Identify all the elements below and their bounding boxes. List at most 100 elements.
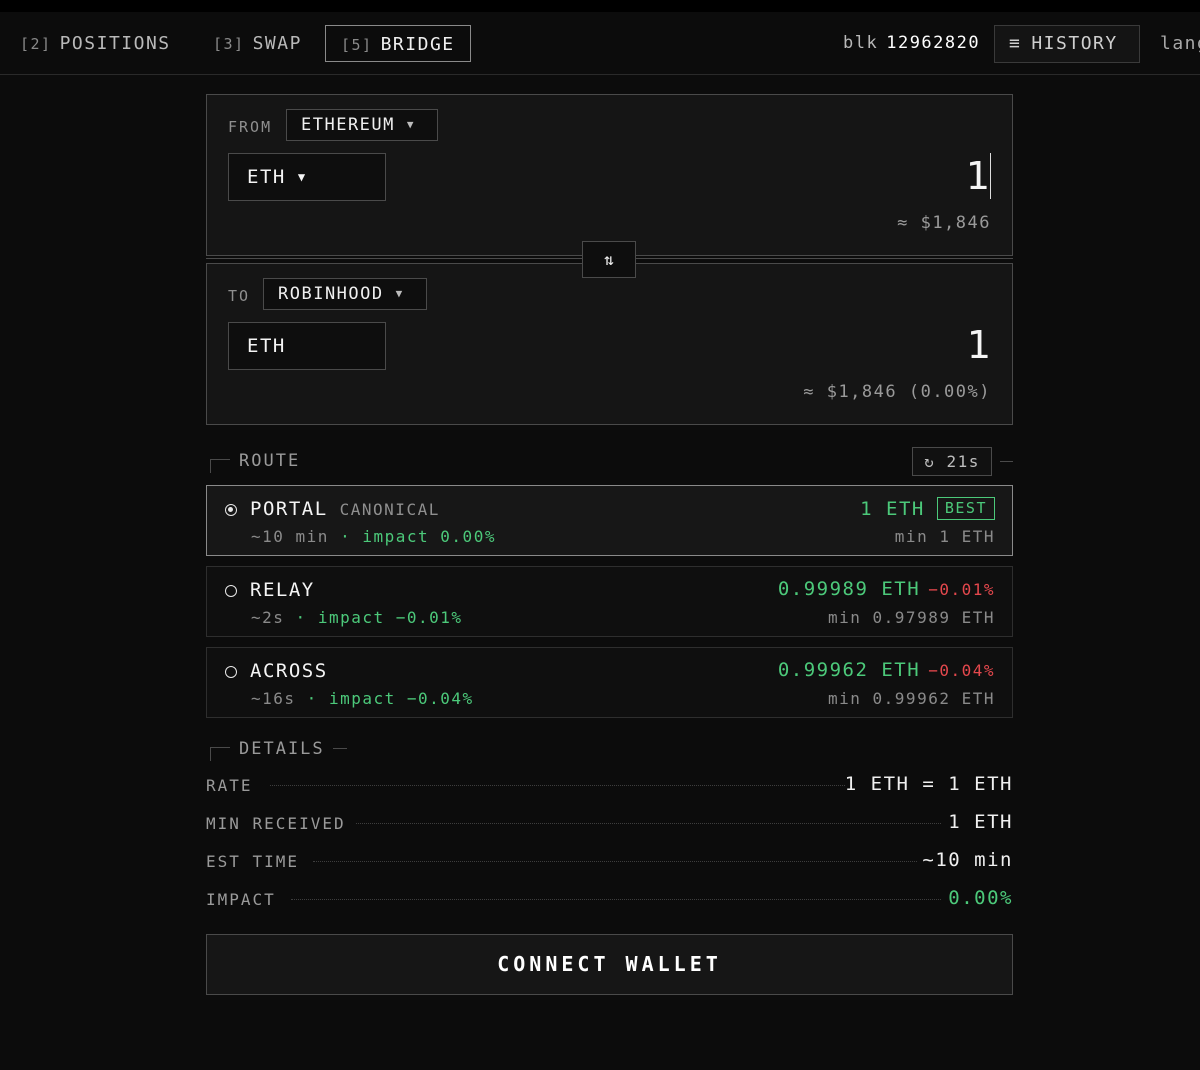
route-name-wrapper: PORTAL CANONICAL bbox=[250, 498, 440, 520]
route-min-received: min 0.99962 ETH bbox=[828, 689, 995, 708]
top-edge-bar bbox=[0, 0, 1200, 12]
route-meta: ~10 min · impact 0.00% bbox=[251, 527, 496, 546]
route-name: RELAY bbox=[250, 579, 315, 601]
connect-wallet-button[interactable]: CONNECT WALLET bbox=[206, 934, 1013, 995]
route-impact: impact −0.01% bbox=[317, 608, 463, 627]
corner-bracket bbox=[210, 747, 230, 761]
from-chain-value: ETHEREUM bbox=[301, 115, 395, 135]
detail-row-est-time: EST TIME ~10 min bbox=[206, 849, 1013, 873]
tab-label: SWAP bbox=[252, 33, 302, 54]
route-amount: 0.99989 ETH bbox=[777, 578, 921, 600]
block-number-indicator: blk 12962820 bbox=[843, 25, 980, 62]
route-name: PORTAL bbox=[250, 498, 328, 520]
to-chain-value: ROBINHOOD bbox=[278, 284, 384, 304]
route-meta: ~2s · impact −0.01% bbox=[251, 608, 463, 627]
divider bbox=[636, 258, 1013, 259]
history-button[interactable]: ≡ HISTORY bbox=[994, 25, 1140, 63]
to-token-value: ETH bbox=[247, 335, 286, 357]
detail-row-rate: RATE 1 ETH = 1 ETH bbox=[206, 773, 1013, 797]
route-impact: impact −0.04% bbox=[328, 689, 474, 708]
tab-label: BRIDGE bbox=[380, 34, 455, 55]
route-tag: CANONICAL bbox=[339, 500, 440, 519]
dotted-leader bbox=[313, 861, 917, 862]
dotted-leader bbox=[356, 823, 941, 824]
detail-value: 1 ETH bbox=[948, 811, 1013, 833]
divider bbox=[332, 748, 347, 749]
detail-value: ~10 min bbox=[922, 849, 1013, 871]
route-option-portal[interactable]: PORTAL CANONICAL ~10 min · impact 0.00% 1… bbox=[206, 485, 1013, 556]
block-label: blk bbox=[843, 33, 879, 53]
separator-dot: · bbox=[340, 527, 352, 546]
to-amount: 1 bbox=[966, 323, 991, 367]
refresh-quotes-button[interactable]: ↻ 21s bbox=[912, 447, 992, 476]
from-label: FROM bbox=[228, 118, 273, 136]
route-meta: ~16s · impact −0.04% bbox=[251, 689, 474, 708]
route-amount: 0.99962 ETH bbox=[777, 659, 921, 681]
history-label: HISTORY bbox=[1031, 33, 1118, 54]
from-amount-wrapper bbox=[871, 153, 991, 199]
dotted-leader bbox=[291, 899, 941, 900]
dotted-leader bbox=[270, 785, 845, 786]
to-token-display: ETH bbox=[228, 322, 386, 370]
route-time: ~2s bbox=[251, 608, 285, 627]
caret-down-icon: ▼ bbox=[297, 170, 307, 184]
from-token-value: ETH bbox=[247, 166, 286, 188]
route-diff: −0.01% bbox=[928, 580, 995, 599]
from-usd-value: ≈ $1,846 bbox=[897, 213, 991, 233]
tab-hotkey: [5] bbox=[341, 36, 373, 54]
route-title-text: ROUTE bbox=[239, 451, 301, 471]
radio-selected-icon bbox=[225, 504, 237, 516]
route-section-title: ROUTE bbox=[206, 451, 301, 473]
block-number: 12962820 bbox=[886, 33, 981, 53]
detail-row-min-received: MIN RECEIVED 1 ETH bbox=[206, 811, 1013, 835]
route-time: ~10 min bbox=[251, 527, 329, 546]
top-navbar: [2] POSITIONS [3] SWAP [5] BRIDGE blk 129628… bbox=[0, 12, 1200, 75]
to-label: TO bbox=[228, 287, 251, 305]
tab-label: POSITIONS bbox=[59, 33, 171, 54]
radio-unselected-icon bbox=[225, 585, 237, 597]
divider bbox=[206, 258, 582, 259]
divider bbox=[1000, 461, 1013, 462]
caret-down-icon: ▼ bbox=[406, 118, 416, 131]
route-time: ~16s bbox=[251, 689, 296, 708]
tab-positions[interactable]: [2] POSITIONS bbox=[20, 25, 171, 62]
route-min-received: min 1 ETH bbox=[894, 527, 995, 546]
to-panel: TO ROBINHOOD ▼ ETH 1 ≈ $1,846 (0.00%) bbox=[206, 263, 1013, 425]
route-name: ACROSS bbox=[250, 660, 328, 682]
details-title-text: DETAILS bbox=[239, 739, 325, 759]
swap-arrows-icon: ⇅ bbox=[604, 250, 614, 269]
route-amount-wrapper: 0.99989 ETH −0.01% bbox=[778, 578, 995, 600]
details-section-title: DETAILS bbox=[206, 739, 347, 761]
corner-bracket bbox=[210, 459, 230, 473]
language-selector[interactable]: lang bbox=[1160, 25, 1200, 62]
route-option-across[interactable]: ACROSS ~16s · impact −0.04% 0.99962 ETH −… bbox=[206, 647, 1013, 718]
from-token-select[interactable]: ETH ▼ bbox=[228, 153, 386, 201]
to-usd-value: ≈ $1,846 (0.00%) bbox=[803, 382, 991, 402]
caret-down-icon: ▼ bbox=[395, 287, 404, 300]
refresh-icon: ↻ bbox=[924, 452, 936, 471]
from-panel: FROM ETHEREUM ▼ ETH ▼ ≈ $1,846 bbox=[206, 94, 1013, 256]
to-chain-select[interactable]: ROBINHOOD ▼ bbox=[263, 278, 427, 310]
detail-label: EST TIME bbox=[206, 852, 300, 871]
detail-label: MIN RECEIVED bbox=[206, 814, 346, 833]
route-impact: impact 0.00% bbox=[362, 527, 496, 546]
refresh-countdown: 21s bbox=[946, 452, 980, 471]
route-amount-wrapper: 0.99962 ETH −0.04% bbox=[778, 659, 995, 681]
detail-label: RATE bbox=[206, 776, 253, 795]
detail-value: 0.00% bbox=[948, 887, 1013, 909]
detail-row-impact: IMPACT 0.00% bbox=[206, 887, 1013, 911]
detail-value: 1 ETH = 1 ETH bbox=[844, 773, 1013, 795]
route-diff: −0.04% bbox=[928, 661, 995, 680]
separator-dot: · bbox=[306, 689, 318, 708]
menu-icon: ≡ bbox=[1009, 33, 1022, 54]
route-option-relay[interactable]: RELAY ~2s · impact −0.01% 0.99989 ETH −0.… bbox=[206, 566, 1013, 637]
swap-direction-button[interactable]: ⇅ bbox=[582, 241, 636, 278]
from-amount-input[interactable] bbox=[871, 153, 991, 199]
best-badge: BEST bbox=[936, 497, 995, 520]
separator-dot: · bbox=[295, 608, 307, 627]
tab-swap[interactable]: [3] SWAP bbox=[213, 25, 302, 62]
route-min-received: min 0.97989 ETH bbox=[828, 608, 995, 627]
radio-unselected-icon bbox=[225, 666, 237, 678]
tab-bridge[interactable]: [5] BRIDGE bbox=[325, 25, 471, 62]
from-chain-select[interactable]: ETHEREUM ▼ bbox=[286, 109, 438, 141]
